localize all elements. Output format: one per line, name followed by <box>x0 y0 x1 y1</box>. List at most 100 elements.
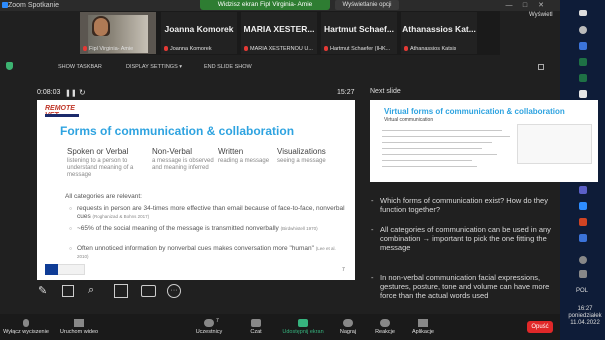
next-slide-title: Virtual forms of communication & collabo… <box>384 107 565 116</box>
mic-muted-icon <box>164 46 168 52</box>
reactions-button[interactable]: Reakcje <box>372 319 398 335</box>
participants-count: 7 <box>216 318 219 324</box>
laser-pointer-icon[interactable] <box>114 284 128 298</box>
record-icon <box>343 319 353 327</box>
participant-tile[interactable]: Hartmut Schaef... Hartmut Schaefer (IHK.… <box>321 12 397 54</box>
record-button[interactable]: Nagraj <box>336 319 360 335</box>
word-icon[interactable] <box>579 234 587 242</box>
excel-icon[interactable] <box>579 74 587 82</box>
column-heading: Written <box>218 147 244 156</box>
teams-icon[interactable] <box>579 186 587 194</box>
thumb-text-line <box>382 166 477 167</box>
language-indicator[interactable]: POL <box>576 288 588 294</box>
clock[interactable]: 16:27 poniedziałek 11.04.2022 <box>565 306 605 327</box>
leave-button[interactable]: Opuść <box>527 321 553 333</box>
slide-bullet: ~65% of the social meaning of the messag… <box>69 225 347 233</box>
speaker-icon[interactable] <box>579 256 587 264</box>
next-slide-subtitle: Virtual communication <box>384 117 434 123</box>
unmute-button[interactable]: Wyłącz wyciszenie <box>3 319 49 335</box>
participant-tile[interactable]: MARIA XESTER... MARIA XESTERNOU U... <box>241 12 317 54</box>
zoom-magnifier-icon[interactable]: ⌕ <box>88 284 102 298</box>
security-shield-icon[interactable] <box>6 62 13 70</box>
show-taskbar-button[interactable]: SHOW TASKBAR <box>58 64 102 70</box>
thumb-text-line <box>382 136 510 137</box>
chat-icon <box>251 319 261 327</box>
network-icon[interactable] <box>579 270 587 278</box>
participant-display-name: Joanna Komorek <box>164 24 234 34</box>
video-strip: Fipl Virginia- Amie Joanna Komorek Joann… <box>80 11 575 55</box>
slide-timer: 0:08:03 <box>37 89 61 96</box>
presenter-toolbar: SHOW TASKBAR DISPLAY SETTINGS ▾ END SLID… <box>18 64 538 74</box>
note-item: All categories of communication can be u… <box>371 225 555 252</box>
thumb-text-line <box>382 148 482 149</box>
next-slide-label: Next slide <box>370 88 401 95</box>
slides-grid-icon[interactable] <box>62 285 74 297</box>
minimize-icon[interactable]: — <box>502 0 516 11</box>
current-slide[interactable]: REMOTE VET Forms of communication & coll… <box>37 100 355 280</box>
participant-tile[interactable]: Joanna Komorek Joanna Komorek <box>161 12 237 54</box>
search-icon[interactable] <box>579 26 587 34</box>
end-slide-show-button[interactable]: END SLIDE SHOW <box>204 64 252 70</box>
thumb-text-line <box>382 130 502 131</box>
grid-view-icon[interactable] <box>538 64 544 70</box>
slide-number: 7 <box>342 267 345 273</box>
display-settings-button[interactable]: DISPLAY SETTINGS ▾ <box>126 64 182 70</box>
chat-button[interactable]: Czat <box>244 319 268 335</box>
note-item: In non-verbal communication facial expre… <box>371 273 555 300</box>
mic-muted-icon <box>324 46 328 52</box>
mic-muted-icon <box>404 46 408 52</box>
pause-icon[interactable]: ❚❚ <box>65 89 77 97</box>
reset-timer-icon[interactable]: ↻ <box>79 88 86 97</box>
close-icon[interactable]: ✕ <box>534 0 548 11</box>
subtitles-icon[interactable] <box>141 285 156 297</box>
start-video-button[interactable]: Uruchom wideo <box>56 319 102 335</box>
participant-name: Joanna Komorek <box>164 46 212 52</box>
participant-display-name: Hartmut Schaef... <box>324 24 394 34</box>
slide-bullet: Often unnoticed information by nonverbal… <box>69 245 347 261</box>
apps-button[interactable]: Aplikacje <box>408 319 438 335</box>
maximize-icon[interactable]: □ <box>518 0 532 11</box>
participant-tile[interactable]: Fipl Virginia- Amie <box>80 12 156 54</box>
emoji-icon <box>380 319 390 327</box>
clock-time: 16:27 <box>577 306 593 312</box>
next-slide-thumbnail[interactable]: Virtual forms of communication & collabo… <box>370 100 598 182</box>
zoom-icon[interactable] <box>579 202 587 210</box>
share-screen-icon <box>298 319 308 327</box>
clock-day: poniedziałek <box>568 313 602 319</box>
thumb-text-line <box>382 160 472 161</box>
thumb-text-line <box>382 154 497 155</box>
view-options-button[interactable]: Wyświetlanie opcji <box>335 0 399 10</box>
explorer-icon[interactable] <box>579 90 587 98</box>
slide-title: Forms of communication & collaboration <box>60 124 295 138</box>
slide-bullet: requests in person are 34-times more eff… <box>69 205 347 221</box>
clock-elapsed: 15:27 <box>337 89 355 96</box>
speaker-notes[interactable]: Which forms of communication exist? How … <box>368 192 560 322</box>
participants-button[interactable]: Uczestnicy <box>192 319 226 335</box>
pen-icon[interactable]: ✎ <box>38 284 52 298</box>
more-options-icon[interactable]: ··· <box>167 284 181 298</box>
windows-icon[interactable] <box>579 10 587 16</box>
excel-icon[interactable] <box>579 58 587 66</box>
participant-display-name: MARIA XESTER... <box>243 24 315 34</box>
participant-tile[interactable]: Athanassios Kat... Athanassios Katsis <box>401 12 477 54</box>
participant-name: MARIA XESTERNOU U... <box>244 46 313 52</box>
column-heading: Spoken or Verbal <box>67 147 129 156</box>
column-heading: Non-Verbal <box>152 147 193 156</box>
mic-icon <box>23 319 29 327</box>
logo-bar <box>45 114 79 117</box>
powerpoint-icon[interactable] <box>579 218 587 226</box>
participant-name: Fipl Virginia- Amie <box>83 46 133 52</box>
mic-muted-icon <box>244 46 248 52</box>
apps-icon <box>418 319 428 327</box>
desktop-label[interactable]: Wyświetl <box>529 12 553 18</box>
window-title: Zoom Spotkanie <box>8 2 59 9</box>
participant-face <box>94 18 108 36</box>
mic-muted-icon <box>83 46 87 52</box>
zoom-window: Zoom Spotkanie Widzisz ekran Fipl Virgin… <box>0 0 605 340</box>
note-item: Which forms of communication exist? How … <box>371 196 555 214</box>
camera-icon <box>74 319 84 327</box>
column-description: listening to a person to understand mean… <box>67 158 134 178</box>
share-screen-button[interactable]: Udostępnij ekran <box>278 319 328 335</box>
column-description: a message is observed and meaning inferr… <box>152 158 214 171</box>
word-icon[interactable] <box>579 42 587 50</box>
